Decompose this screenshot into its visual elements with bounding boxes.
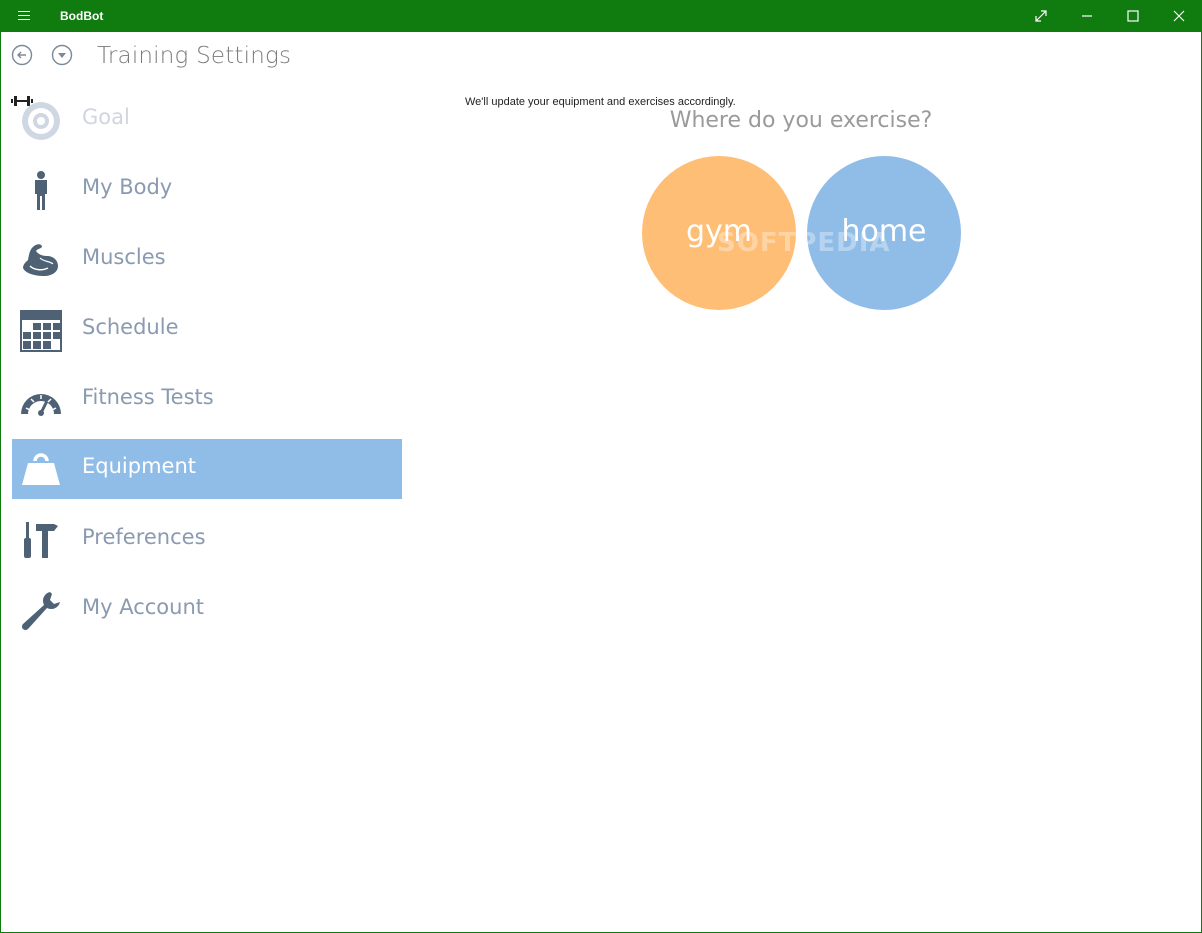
back-arrow-icon — [11, 44, 33, 66]
question-heading: Where do you exercise? — [669, 108, 933, 133]
fullscreen-button[interactable] — [1018, 0, 1064, 32]
sidebar-item-label: Equipment — [82, 454, 196, 478]
sidebar-item-label: Schedule — [82, 315, 179, 339]
maximize-icon — [1127, 10, 1139, 22]
page-title: Training Settings — [97, 43, 292, 69]
close-icon — [1173, 10, 1185, 22]
calendar-grid-icon — [20, 310, 62, 352]
wrench-icon — [21, 592, 60, 631]
sidebar-item-label: Muscles — [82, 245, 166, 269]
target-icon — [22, 102, 60, 140]
sidebar-item-schedule[interactable]: Schedule — [12, 300, 402, 360]
back-button[interactable] — [11, 44, 33, 66]
weight-icon — [22, 453, 60, 485]
sidebar-item-label: My Account — [82, 595, 205, 619]
sidebar-item-equipment[interactable]: Equipment — [12, 439, 402, 499]
sidebar-item-my-body[interactable]: My Body — [12, 160, 402, 220]
chevron-down-icon — [51, 44, 73, 66]
tools-icon — [24, 522, 58, 558]
hint-text: We'll update your equipment and exercise… — [465, 96, 736, 108]
maximize-button[interactable] — [1110, 0, 1156, 32]
close-button[interactable] — [1156, 0, 1201, 32]
sidebar-item-goal[interactable]: Goal — [12, 90, 402, 150]
minimize-icon — [1082, 15, 1092, 17]
app-window: BodBot Training Settings Goal My Body Mu… — [0, 0, 1202, 933]
sidebar-item-preferences[interactable]: Preferences — [12, 510, 402, 570]
sidebar-item-label: My Body — [82, 175, 173, 199]
person-icon — [35, 171, 47, 210]
expand-icon — [1035, 10, 1047, 22]
dropdown-button[interactable] — [51, 44, 73, 66]
hamburger-menu-icon[interactable] — [14, 8, 36, 24]
title-bar: BodBot — [1, 0, 1201, 32]
sidebar-item-label: Preferences — [82, 525, 206, 549]
flexed-arm-icon — [23, 244, 58, 276]
speedometer-icon — [21, 394, 61, 416]
sidebar-item-label: Goal — [82, 105, 130, 129]
sidebar-item-fitness-tests[interactable]: Fitness Tests — [12, 370, 402, 430]
watermark: SOFTPEDIA — [717, 228, 891, 258]
app-title: BodBot — [60, 9, 104, 23]
sidebar-item-muscles[interactable]: Muscles — [12, 230, 402, 290]
minimize-button[interactable] — [1064, 0, 1110, 32]
sidebar-item-label: Fitness Tests — [82, 385, 214, 409]
sidebar-item-my-account[interactable]: My Account — [12, 580, 402, 640]
